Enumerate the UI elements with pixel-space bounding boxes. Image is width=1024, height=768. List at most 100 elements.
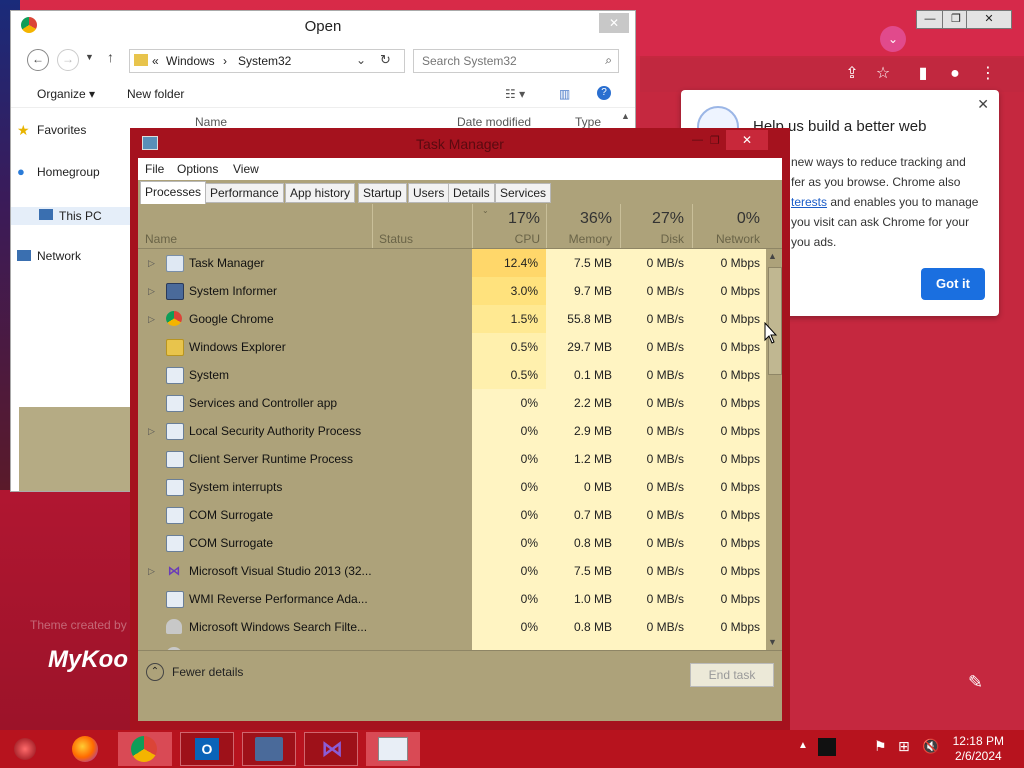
- column-header-name[interactable]: Name: [195, 115, 227, 129]
- taskbar-outlook[interactable]: O: [180, 732, 234, 766]
- volume-muted-icon[interactable]: 🔇: [922, 738, 939, 755]
- tab-performance[interactable]: Performance: [205, 183, 284, 203]
- tab-details[interactable]: Details: [448, 183, 495, 203]
- tray-overflow-icon[interactable]: ▲: [798, 740, 808, 751]
- table-row[interactable]: WMI Reverse Performance Ada... 0% 1.0 MB 0 …: [138, 585, 766, 613]
- customize-pencil-icon[interactable]: ✎: [968, 672, 983, 693]
- table-row[interactable]: System interrupts 0% 0 MB 0 MB/s 0 Mbps: [138, 473, 766, 501]
- expand-chevron-icon[interactable]: ▷: [148, 277, 155, 305]
- taskbar-firefox[interactable]: [60, 732, 114, 766]
- tab-users[interactable]: Users: [408, 183, 450, 203]
- process-name-cell[interactable]: WMI Reverse Performance Ada...: [138, 585, 472, 613]
- got-it-button[interactable]: Got it: [921, 268, 985, 300]
- start-button[interactable]: [4, 732, 48, 766]
- expand-chevron-icon[interactable]: ▷: [148, 249, 155, 277]
- address-separator[interactable]: ›: [223, 54, 227, 68]
- tm-minimize-icon[interactable]: —: [692, 134, 703, 146]
- popup-interests-link[interactable]: terests: [791, 195, 827, 209]
- table-row[interactable]: ▷ System Informer 3.0% 9.7 MB 0 MB/s 0 Mbps: [138, 277, 766, 305]
- help-icon[interactable]: ?: [597, 86, 611, 100]
- menu-options[interactable]: Options: [177, 162, 218, 176]
- nav-item-favorites[interactable]: ★ Favorites: [17, 122, 86, 138]
- forward-arrow-icon[interactable]: →: [57, 49, 79, 71]
- table-row[interactable]: System 0.5% 0.1 MB 0 MB/s 0 Mbps: [138, 361, 766, 389]
- expand-chevron-icon[interactable]: ▷: [148, 305, 155, 333]
- column-header-type[interactable]: Type: [575, 115, 601, 129]
- tm-close-button[interactable]: ✕: [726, 130, 768, 150]
- chrome-close-button[interactable]: ✕: [966, 10, 1012, 29]
- organize-button[interactable]: Organize ▾: [37, 87, 95, 101]
- tab-app-history[interactable]: App history: [285, 183, 356, 203]
- process-name-cell[interactable]: COM Surrogate: [138, 501, 472, 529]
- chrome-minimize-button[interactable]: —: [916, 10, 944, 29]
- action-center-flag-icon[interactable]: ⚑: [874, 738, 887, 755]
- tm-maximize-icon[interactable]: ❐: [710, 134, 720, 147]
- header-memory-percent[interactable]: 36%: [546, 210, 612, 228]
- process-name-cell[interactable]: Windows Explorer: [138, 333, 472, 361]
- view-options-icon[interactable]: ☷ ▾: [505, 87, 525, 101]
- open-dialog-close-button[interactable]: ✕: [599, 13, 629, 33]
- process-name-cell[interactable]: ▷ Task Manager: [138, 249, 472, 277]
- expand-chevron-icon[interactable]: ▷: [148, 417, 155, 445]
- process-name-cell[interactable]: Microsoft Windows Search Prot...: [138, 641, 472, 650]
- up-arrow-icon[interactable]: ↑: [107, 49, 114, 65]
- column-header-date[interactable]: Date modified: [457, 115, 531, 129]
- process-name-cell[interactable]: ▷ Google Chrome: [138, 305, 472, 333]
- scrollbar-thumb[interactable]: [768, 267, 782, 375]
- vertical-scrollbar[interactable]: ▲ ▼: [766, 249, 782, 650]
- process-name-cell[interactable]: ▷ Local Security Authority Process: [138, 417, 472, 445]
- expand-chevron-icon[interactable]: ▷: [148, 557, 155, 585]
- table-row[interactable]: Microsoft Windows Search Prot... 0%1.0 MB…: [138, 641, 766, 650]
- taskbar-visual-studio[interactable]: ⋈: [304, 732, 358, 766]
- table-row[interactable]: COM Surrogate 0% 0.8 MB 0 MB/s 0 Mbps: [138, 529, 766, 557]
- header-network-percent[interactable]: 0%: [692, 210, 760, 228]
- address-dropdown-icon[interactable]: ⌄: [356, 53, 366, 67]
- search-box[interactable]: ⌕: [413, 49, 619, 73]
- process-name-cell[interactable]: Services and Controller app: [138, 389, 472, 417]
- table-row[interactable]: ▷ Task Manager 12.4% 7.5 MB 0 MB/s 0 Mbps: [138, 249, 766, 277]
- menu-file[interactable]: File: [145, 162, 164, 176]
- nav-item-homegroup[interactable]: ● Homegroup: [17, 164, 100, 179]
- search-icon[interactable]: ⌕: [605, 53, 612, 68]
- table-row[interactable]: COM Surrogate 0% 0.7 MB 0 MB/s 0 Mbps: [138, 501, 766, 529]
- process-name-cell[interactable]: COM Surrogate: [138, 529, 472, 557]
- process-name-cell[interactable]: System interrupts: [138, 473, 472, 501]
- process-name-cell[interactable]: Client Server Runtime Process: [138, 445, 472, 473]
- network-tray-icon[interactable]: ⊞: [898, 738, 910, 755]
- refresh-icon[interactable]: ↻: [380, 52, 391, 68]
- header-memory[interactable]: Memory: [546, 232, 612, 246]
- bookmark-star-icon[interactable]: ☆: [873, 64, 893, 84]
- menu-view[interactable]: View: [233, 162, 259, 176]
- address-bar[interactable]: « Windows › System32 ⌄ ↻: [129, 49, 405, 73]
- nav-item-network[interactable]: Network: [17, 249, 81, 263]
- tab-startup[interactable]: Startup: [358, 183, 407, 203]
- table-row[interactable]: ▷ Google Chrome 1.5% 55.8 MB 0 MB/s 0 Mbps: [138, 305, 766, 333]
- header-network[interactable]: Network: [692, 232, 760, 246]
- tab-services[interactable]: Services: [495, 183, 552, 203]
- process-name-cell[interactable]: ▷ ⋈ Microsoft Visual Studio 2013 (32...: [138, 557, 472, 585]
- recent-locations-chevron-icon[interactable]: ▼: [85, 52, 94, 62]
- header-disk-percent[interactable]: 27%: [620, 210, 684, 228]
- taskbar-task-manager[interactable]: [366, 732, 420, 766]
- chrome-profile-dropdown-icon[interactable]: ⌄: [880, 26, 906, 52]
- tab-processes[interactable]: Processes: [140, 181, 207, 204]
- side-panel-icon[interactable]: ▮: [913, 64, 933, 84]
- process-name-cell[interactable]: Microsoft Windows Search Filte...: [138, 613, 472, 641]
- scroll-up-arrow-icon[interactable]: ▲: [768, 251, 777, 261]
- header-disk[interactable]: Disk: [620, 232, 684, 246]
- end-task-button[interactable]: End task: [690, 663, 774, 687]
- table-row[interactable]: Client Server Runtime Process 0% 1.2 MB 0 M…: [138, 445, 766, 473]
- fewer-details-button[interactable]: ⌃ Fewer details: [146, 663, 243, 681]
- search-input[interactable]: [420, 53, 594, 69]
- table-row[interactable]: ▷ ⋈ Microsoft Visual Studio 2013 (32... 0% 7…: [138, 557, 766, 585]
- header-name[interactable]: Name: [145, 232, 177, 246]
- taskbar-system-informer[interactable]: [242, 732, 296, 766]
- tray-monitor-icon[interactable]: [818, 738, 836, 756]
- process-name-cell[interactable]: System: [138, 361, 472, 389]
- address-crumb-windows[interactable]: Windows: [166, 54, 215, 68]
- task-manager-titlebar[interactable]: Task Manager — ❐ ✕: [130, 128, 790, 158]
- system-clock[interactable]: 12:18 PM 2/6/2024: [953, 734, 1004, 764]
- table-row[interactable]: Microsoft Windows Search Filte... 0% 0.8 M…: [138, 613, 766, 641]
- table-row[interactable]: ▷ Local Security Authority Process 0% 2.9 M…: [138, 417, 766, 445]
- table-row[interactable]: Windows Explorer 0.5% 29.7 MB 0 MB/s 0 Mbps: [138, 333, 766, 361]
